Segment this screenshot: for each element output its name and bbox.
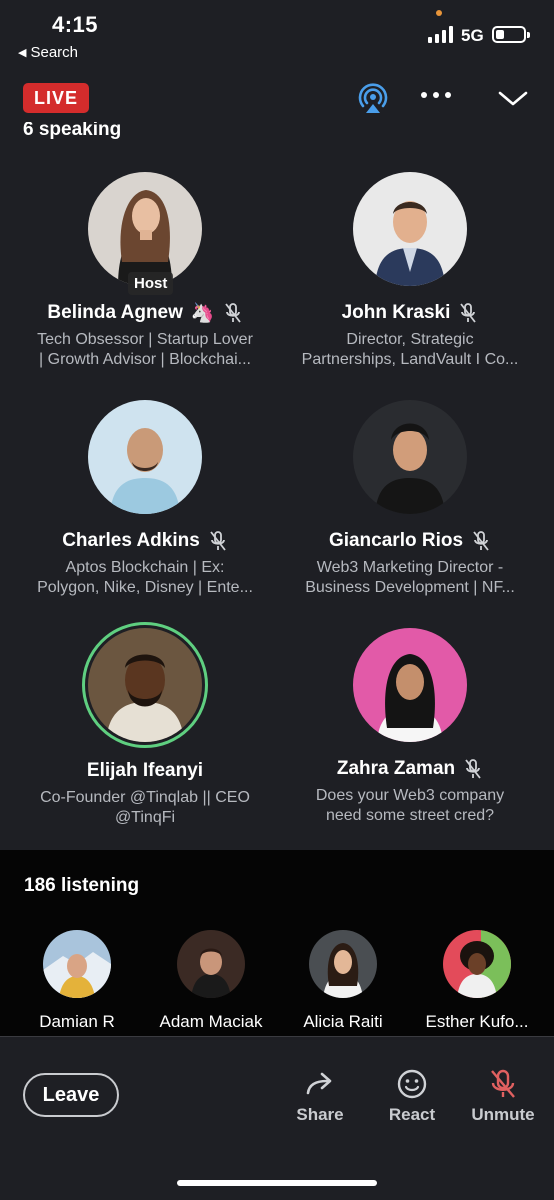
status-bar: 4:15 ◀ Search 5G	[0, 0, 554, 70]
listener-item[interactable]: Damian R	[12, 930, 142, 1032]
speaker-card[interactable]: Charles Adkins Aptos Blockchain | Ex: Po…	[10, 400, 280, 598]
speaker-card[interactable]: Elijah Ifeanyi Co-Founder @Tinqlab || CE…	[10, 622, 280, 828]
cellular-signal-icon	[428, 26, 453, 43]
smiley-icon	[397, 1069, 427, 1099]
privacy-indicator-dot	[436, 10, 442, 16]
avatar	[88, 400, 202, 514]
mic-off-icon	[491, 1069, 515, 1098]
clock: 4:15	[52, 12, 99, 37]
host-badge: Host	[128, 272, 174, 295]
back-to-search-link[interactable]: ◀ Search	[18, 44, 78, 61]
react-label: React	[388, 1105, 436, 1124]
speaker-name: Giancarlo Rios	[328, 530, 464, 551]
react-button[interactable]: React	[372, 1067, 452, 1125]
speaker-name-row: Giancarlo Rios	[275, 528, 545, 554]
speaking-count: 6 speaking	[23, 122, 122, 140]
speaker-card[interactable]: Giancarlo Rios Web3 Marketing Director -…	[275, 400, 545, 598]
speaker-bio: Does your Web3 company need some street …	[275, 786, 545, 826]
bio-line: Business Development | NF...	[305, 579, 515, 596]
leave-button[interactable]: Leave	[23, 1073, 119, 1117]
listener-name: Adam Maciak	[159, 1012, 263, 1031]
bottom-bar: Leave Share React Unmute	[0, 1036, 554, 1200]
listening-count: 186 listening	[24, 875, 140, 896]
mic-off-icon	[224, 303, 241, 323]
speaker-card[interactable]: Zahra Zaman Does your Web3 company need …	[275, 628, 545, 826]
avatar	[88, 628, 202, 742]
bio-line: Partnerships, LandVault I Co...	[301, 351, 519, 368]
avatar	[353, 400, 467, 514]
live-badge: LIVE	[23, 83, 89, 113]
bio-line: Does your Web3 company	[315, 787, 505, 804]
speaker-bio: Web3 Marketing Director - Business Devel…	[275, 558, 545, 598]
network-type: 5G	[461, 26, 484, 45]
speaker-bio: Aptos Blockchain | Ex: Polygon, Nike, Di…	[10, 558, 280, 598]
back-label: Search	[30, 44, 78, 61]
share-icon	[306, 1072, 332, 1095]
battery-icon	[492, 26, 530, 43]
speaker-name-row: Charles Adkins	[10, 528, 280, 554]
bio-line: need some street cred?	[325, 807, 495, 824]
speaker-name: Belinda Agnew	[47, 302, 183, 323]
listener-item[interactable]: Esther Kufo...	[412, 930, 542, 1032]
speaker-bio: Tech Obsessor | Startup Lover | Growth A…	[10, 330, 280, 370]
speaker-name-row: Zahra Zaman	[275, 756, 545, 782]
bio-line: | Growth Advisor | Blockchai...	[39, 351, 251, 368]
avatar	[353, 172, 467, 286]
bio-line: Tech Obsessor | Startup Lover	[37, 331, 253, 348]
back-arrow-icon: ◀	[18, 47, 27, 59]
mic-off-icon	[473, 531, 489, 551]
speaker-name-row: Elijah Ifeanyi	[10, 758, 280, 784]
listener-name: Damian R	[39, 1012, 115, 1031]
mic-off-icon	[465, 759, 481, 779]
speaker-name: Zahra Zaman	[336, 758, 456, 779]
mic-off-icon	[210, 531, 226, 551]
speaker-bio: Director, Strategic Partnerships, LandVa…	[275, 330, 545, 370]
share-button[interactable]: Share	[280, 1067, 360, 1125]
listening-section: 186 listening Damian R Adam Maciak Alici…	[0, 850, 554, 1036]
speaker-name: Elijah Ifeanyi	[86, 760, 204, 781]
listener-name: Alicia Raiti	[303, 1012, 383, 1031]
airplay-icon[interactable]	[356, 82, 390, 116]
mic-off-icon	[460, 303, 477, 323]
avatar	[43, 930, 111, 998]
speaker-name: Charles Adkins	[62, 530, 200, 551]
speaker-card[interactable]: Host Belinda Agnew 🦄 Tech Obsessor | Sta…	[10, 172, 280, 370]
more-options-icon[interactable]	[421, 92, 451, 98]
listener-item[interactable]: Alicia Raiti	[278, 930, 408, 1032]
bio-line: Co-Founder @Tinqlab || CEO	[40, 789, 250, 806]
bio-line: Polygon, Nike, Disney | Ente...	[37, 579, 253, 596]
bio-line: @TinqFi	[114, 809, 176, 826]
chevron-down-icon[interactable]	[496, 86, 530, 110]
speaker-name: John Kraski	[341, 302, 451, 323]
speaking-ring	[82, 622, 208, 748]
listener-name: Esther Kufo...	[425, 1012, 529, 1031]
speaker-name-row: Belinda Agnew 🦄	[10, 300, 280, 326]
avatar	[88, 172, 202, 286]
home-indicator[interactable]	[177, 1180, 377, 1186]
share-label: Share	[296, 1105, 344, 1124]
bio-line: Director, Strategic	[346, 331, 474, 348]
speaker-name-row: John Kraski	[275, 300, 545, 326]
avatar	[177, 930, 245, 998]
avatar	[443, 930, 511, 998]
unicorn-emoji: 🦄	[190, 303, 215, 324]
bio-line: Aptos Blockchain | Ex:	[65, 559, 225, 576]
speaker-card[interactable]: John Kraski Director, Strategic Partners…	[275, 172, 545, 370]
speaker-bio: Co-Founder @Tinqlab || CEO @TinqFi	[10, 788, 280, 828]
unmute-button[interactable]: Unmute	[463, 1067, 543, 1125]
listener-item[interactable]: Adam Maciak	[146, 930, 276, 1032]
bio-line: Web3 Marketing Director -	[316, 559, 504, 576]
unmute-label: Unmute	[471, 1105, 535, 1124]
avatar	[353, 628, 467, 742]
avatar	[309, 930, 377, 998]
